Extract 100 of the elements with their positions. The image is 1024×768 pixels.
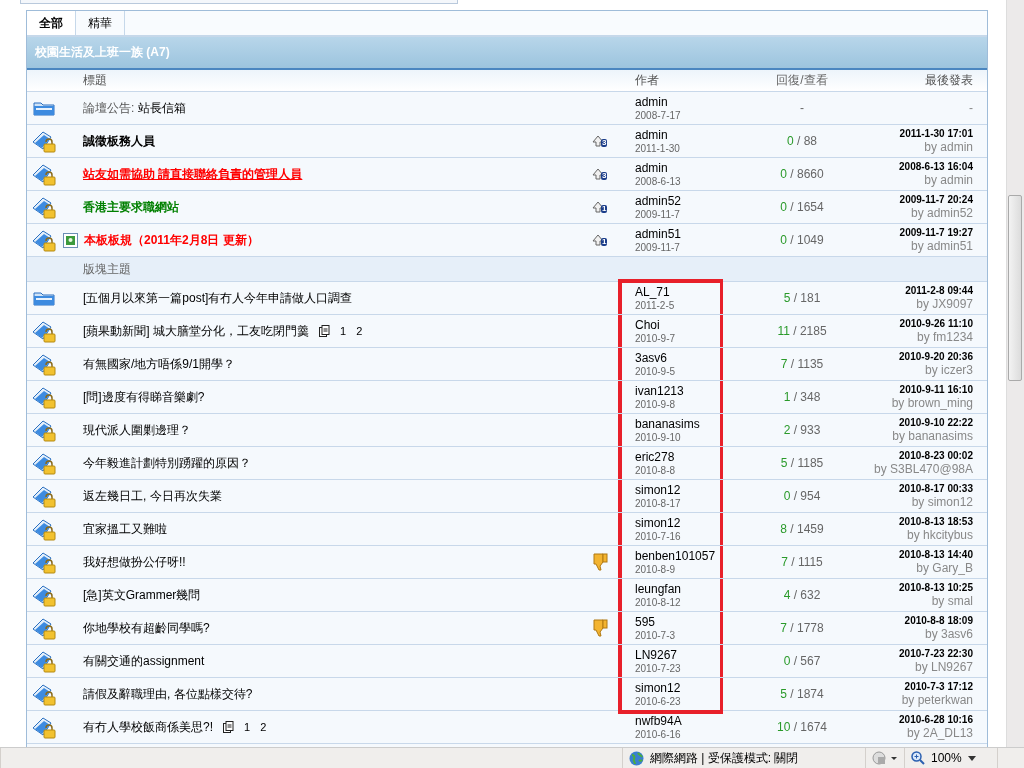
author-link[interactable]: eric278 bbox=[635, 449, 720, 464]
author-link[interactable]: simon12 bbox=[635, 515, 720, 530]
author-link[interactable]: leungfan bbox=[635, 581, 720, 596]
last-post-time: 2009-11-7 19:27 bbox=[899, 226, 973, 239]
author-link[interactable]: admin bbox=[635, 127, 720, 142]
reply-view-count: 5 / 1874 bbox=[780, 687, 824, 701]
last-post-time: 2010-8-17 00:33 bbox=[899, 482, 973, 495]
last-poster: by 2A_DL13 bbox=[906, 725, 973, 741]
page-link[interactable]: 2 bbox=[260, 721, 267, 733]
post-date: 2008-6-13 bbox=[635, 174, 682, 188]
thread-title-link[interactable]: [蘋果動新聞] 城大膳堂分化，工友吃閉門羹 bbox=[83, 322, 309, 340]
reply-view-count: 5 / 181 bbox=[783, 291, 821, 305]
post-date: 2008-7-17 bbox=[635, 108, 682, 122]
thread-title-link[interactable]: [五個月以來第一篇post]有冇人今年申請做人口調查 bbox=[83, 289, 353, 307]
last-post-time: 2010-8-13 18:53 bbox=[899, 515, 973, 528]
thread-title-link[interactable]: 香港主要求職網站 bbox=[83, 198, 179, 216]
last-post-time: 2010-8-13 14:40 bbox=[899, 548, 973, 561]
thread-title-link[interactable]: [急]英文Grammer幾問 bbox=[83, 586, 201, 604]
thread-title-link[interactable]: 宜家搵工又難啦 bbox=[83, 520, 167, 538]
last-poster: by smal bbox=[931, 593, 973, 609]
post-date: 2011-2-5 bbox=[635, 299, 676, 312]
forum-title: 校園生活及上班一族 (A7) bbox=[35, 44, 170, 61]
post-date: 2010-8-9 bbox=[635, 562, 677, 576]
reply-view-count: 0 / 1049 bbox=[780, 233, 824, 247]
last-post-time: 2010-9-26 11:10 bbox=[899, 317, 973, 330]
reply-view-count: 7 / 1778 bbox=[780, 621, 824, 635]
column-header: 標題 bbox=[83, 72, 107, 89]
author-link[interactable]: benben101057 bbox=[635, 548, 720, 563]
thread-title-link[interactable]: 返左幾日工, 今日再次失業 bbox=[83, 487, 222, 505]
announcement-prefix: 論壇公告: bbox=[83, 99, 135, 117]
filter-tab[interactable]: 全部 bbox=[27, 11, 76, 35]
thread-title-link[interactable]: 現代派人圍剿邊理？ bbox=[83, 421, 191, 439]
post-date: 2010-7-3 bbox=[635, 628, 677, 642]
author-link[interactable]: Choi bbox=[635, 317, 720, 332]
author-link[interactable]: ivan1213 bbox=[635, 383, 720, 398]
author-link[interactable]: bananasims bbox=[635, 416, 720, 431]
last-post-time: 2010-9-20 20:36 bbox=[899, 350, 973, 363]
last-poster: by peterkwan bbox=[901, 692, 973, 708]
thread-title-link[interactable]: 我好想做扮公仔呀!! bbox=[83, 553, 186, 571]
author-link[interactable]: admin bbox=[635, 94, 720, 109]
last-post-time: 2010-9-11 16:10 bbox=[899, 383, 973, 396]
author-link[interactable]: simon12 bbox=[635, 482, 720, 497]
last-poster: by admin bbox=[924, 139, 973, 155]
pages-icon bbox=[223, 721, 234, 733]
page-link[interactable]: 1 bbox=[340, 325, 347, 337]
security-zone-text: 網際網路 | 受保護模式: 關閉 bbox=[650, 749, 799, 767]
reply-view-count: 0 / 8660 bbox=[780, 167, 824, 181]
caret-icon[interactable] bbox=[967, 755, 976, 761]
post-date: 2010-7-23 bbox=[635, 661, 682, 675]
post-date: 2010-6-23 bbox=[635, 694, 682, 708]
last-poster: by simon12 bbox=[911, 494, 973, 510]
thread-title-link[interactable]: 有冇人學校飯商係美思?! bbox=[83, 718, 213, 736]
globe-icon bbox=[629, 750, 644, 766]
thread-title-link[interactable]: 今年毅進計劃特別踴躍的原因？ bbox=[83, 454, 251, 472]
last-poster: by fm1234 bbox=[916, 329, 973, 345]
last-post-time: 2010-8-23 00:02 bbox=[899, 449, 973, 462]
author-link[interactable]: 3asv6 bbox=[635, 350, 720, 365]
thread-title-link[interactable]: 有無國家/地方唔係9/1開學？ bbox=[83, 355, 235, 373]
column-header: 最後發表 bbox=[925, 72, 973, 89]
reply-view-count: 4 / 632 bbox=[783, 588, 821, 602]
reply-view-count: 10 / 1674 bbox=[776, 720, 828, 734]
scrollbar-thumb[interactable] bbox=[1008, 195, 1022, 381]
last-poster: by 3asv6 bbox=[924, 626, 973, 642]
page-link[interactable]: 1 bbox=[244, 721, 251, 733]
thread-title-link[interactable]: 有關交通的assignment bbox=[83, 652, 205, 670]
author-link[interactable]: AL_71 bbox=[635, 285, 720, 299]
last-poster: by bananasims bbox=[892, 428, 973, 444]
author-link[interactable]: simon12 bbox=[635, 680, 720, 695]
author-link[interactable]: 595 bbox=[635, 614, 720, 629]
author-link[interactable]: admin bbox=[635, 160, 720, 175]
post-date: 2010-8-17 bbox=[635, 496, 682, 510]
filter-tab[interactable]: 精華 bbox=[76, 11, 125, 35]
thread-title-link[interactable]: 本板板規（2011年2月8日 更新） bbox=[84, 231, 259, 249]
last-post-time: 2008-6-13 16:04 bbox=[899, 160, 973, 173]
thread-title-link[interactable]: 請假及辭職理由, 各位點樣交待? bbox=[83, 685, 253, 703]
reply-view-count: 8 / 1459 bbox=[780, 522, 824, 536]
author-link[interactable]: LN9267 bbox=[635, 647, 720, 662]
section-label: 版塊主題 bbox=[83, 260, 131, 278]
page-link[interactable]: 2 bbox=[356, 325, 363, 337]
thread-title-link[interactable]: 你地學校有超齡同學嗎? bbox=[83, 619, 210, 637]
last-poster: by JX9097 bbox=[916, 296, 973, 312]
last-poster: - bbox=[969, 100, 973, 116]
thread-title-link[interactable]: [問]邊度有得睇音樂劇? bbox=[83, 388, 205, 406]
thread-title-link[interactable]: 站友如需協助 請直接聯絡負責的管理人員 bbox=[83, 165, 303, 183]
reply-view-count: 7 / 1115 bbox=[781, 555, 823, 569]
pages-icon bbox=[319, 325, 330, 337]
thread-title-link[interactable]: 站長信箱 bbox=[138, 99, 187, 117]
author-link[interactable]: admin52 bbox=[635, 193, 720, 208]
thread-title-link[interactable]: 誠徵板務人員 bbox=[83, 132, 155, 150]
column-header: 回復/查看 bbox=[776, 72, 828, 89]
reply-view-count: 2 / 933 bbox=[783, 423, 821, 437]
last-post-time: 2010-7-23 22:30 bbox=[899, 647, 973, 660]
last-poster: by Gary_B bbox=[916, 560, 973, 576]
last-poster: by iczer3 bbox=[924, 362, 973, 378]
post-date: 2009-11-7 bbox=[635, 207, 681, 221]
author-link[interactable]: nwfb94A bbox=[635, 713, 720, 728]
vertical-scrollbar[interactable] bbox=[1006, 0, 1024, 748]
last-poster: by admin52 bbox=[910, 205, 973, 221]
author-link[interactable]: admin51 bbox=[635, 226, 720, 241]
reply-view-count: 0 / 567 bbox=[783, 654, 821, 668]
